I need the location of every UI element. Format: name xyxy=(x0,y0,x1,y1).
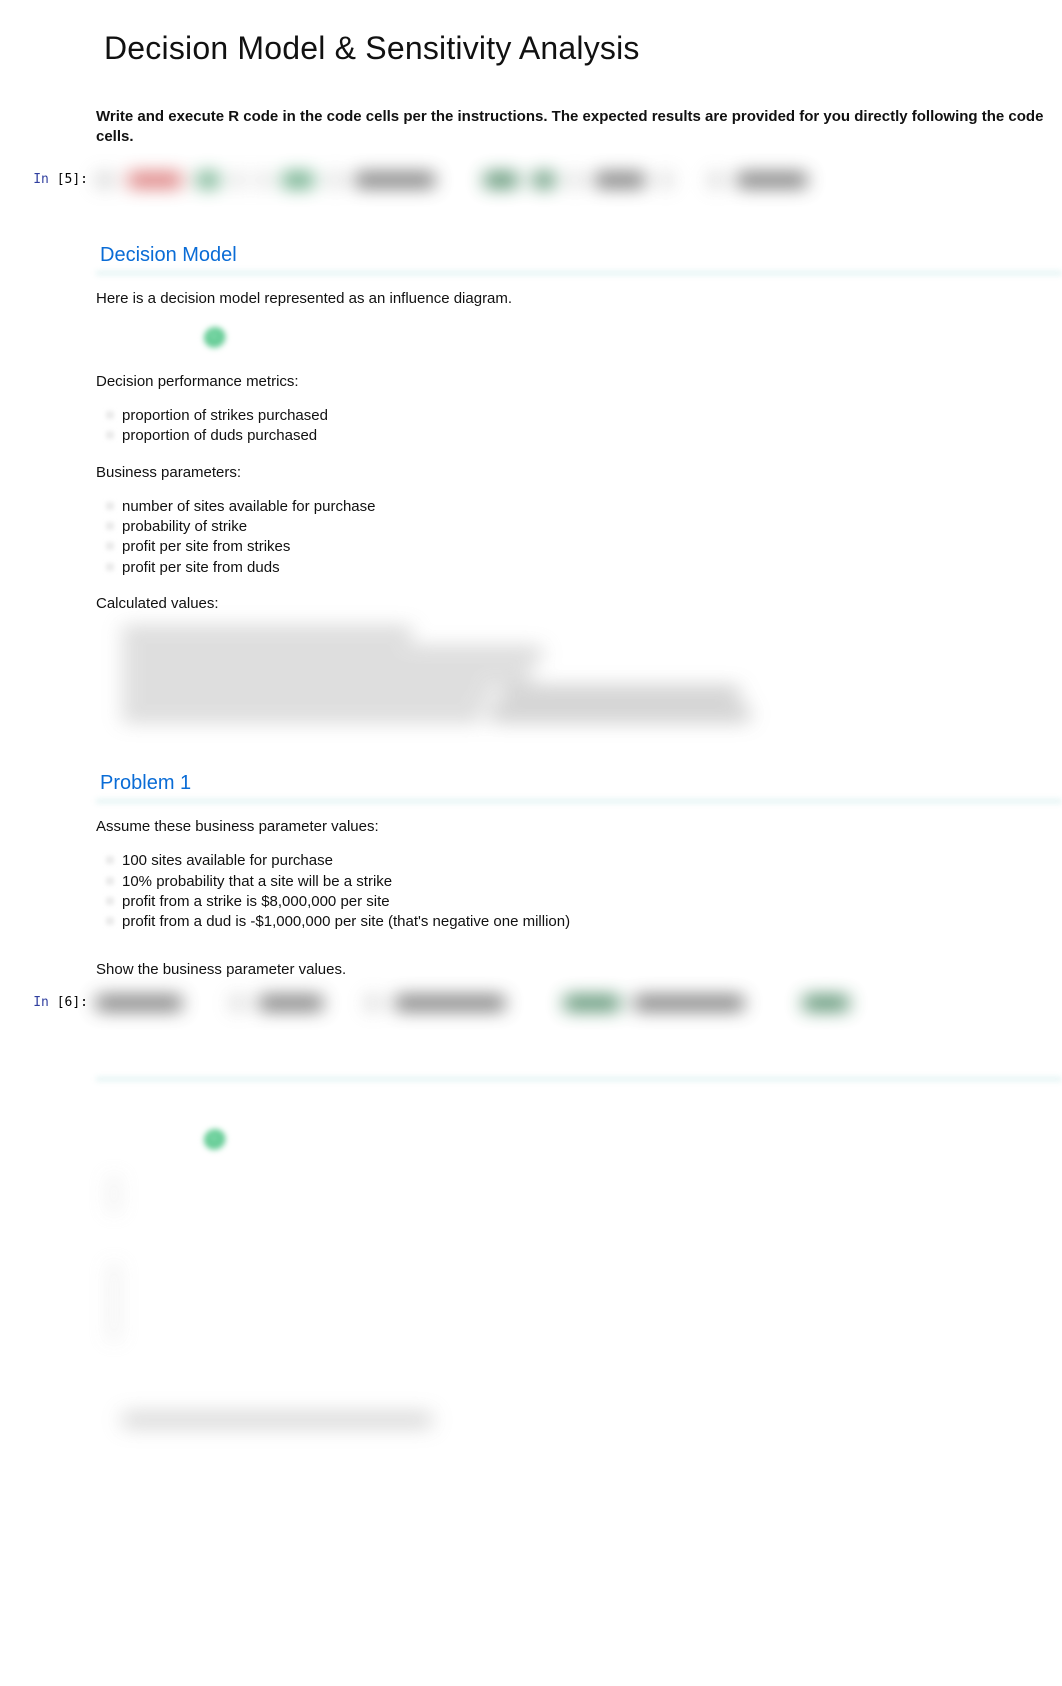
section-decision-model: Decision Model Here is a decision model … xyxy=(0,244,1062,981)
page-title: Decision Model & Sensitivity Analysis xyxy=(104,30,1062,67)
list-item: proportion of duds purchased xyxy=(110,426,1062,446)
section-rule xyxy=(96,799,1062,803)
section-heading: Decision Model xyxy=(100,244,1062,267)
hidden-content-blurred xyxy=(96,1178,1062,1212)
code-cell: In [6]: xyxy=(0,995,1062,1017)
list-item: profit from a strike is $8,000,000 per s… xyxy=(110,892,1062,912)
code-cell: In [5]: xyxy=(0,172,1062,194)
page-content: Decision Model & Sensitivity Analysis Wr… xyxy=(0,30,1062,148)
blurred-code xyxy=(96,995,1062,1013)
hidden-content-blurred xyxy=(96,1414,1062,1428)
prompt-in: In xyxy=(33,172,49,187)
problem-task: Show the business parameter values. xyxy=(96,960,1062,980)
instructions: Write and execute R code in the code cel… xyxy=(96,107,1062,148)
list-item: profit from a dud is -$1,000,000 per sit… xyxy=(110,912,1062,932)
code-input[interactable] xyxy=(96,995,1062,1017)
cell-prompt: In [5]: xyxy=(0,172,96,187)
list-item: number of sites available for purchase xyxy=(110,497,1062,517)
list-item: proportion of strikes purchased xyxy=(110,406,1062,426)
section-intro: Here is a decision model represented as … xyxy=(96,289,1062,309)
list-item: 100 sites available for purchase xyxy=(110,851,1062,871)
code-input[interactable] xyxy=(96,172,1062,194)
lock-icon xyxy=(204,327,226,349)
list-item: probability of strike xyxy=(110,517,1062,537)
problem-values-list: 100 sites available for purchase 10% pro… xyxy=(96,851,1062,932)
prompt-num: [6]: xyxy=(57,995,88,1010)
section-rule xyxy=(96,1077,1062,1081)
list-item: profit per site from strikes xyxy=(110,537,1062,557)
calc-label: Calculated values: xyxy=(96,594,1062,614)
params-label: Business parameters: xyxy=(96,463,1062,483)
notebook-page: Decision Model & Sensitivity Analysis Wr… xyxy=(0,30,1062,1428)
list-item: 10% probability that a site will be a st… xyxy=(110,872,1062,892)
prompt-num: [5]: xyxy=(57,172,88,187)
cell-prompt: In [6]: xyxy=(0,995,96,1010)
hidden-section xyxy=(0,1077,1062,1428)
hidden-content-blurred xyxy=(96,1266,1062,1340)
lock-icon xyxy=(204,1129,226,1151)
params-list: number of sites available for purchase p… xyxy=(96,497,1062,578)
blurred-code xyxy=(96,172,1062,190)
metrics-label: Decision performance metrics: xyxy=(96,372,1062,392)
calculated-values-blurred xyxy=(96,628,1062,722)
section-rule xyxy=(96,271,1062,275)
metrics-list: proportion of strikes purchased proporti… xyxy=(96,406,1062,447)
prompt-in: In xyxy=(33,995,49,1010)
problem-intro: Assume these business parameter values: xyxy=(96,817,1062,837)
list-item: profit per site from duds xyxy=(110,558,1062,578)
section-heading: Problem 1 xyxy=(100,772,1062,795)
